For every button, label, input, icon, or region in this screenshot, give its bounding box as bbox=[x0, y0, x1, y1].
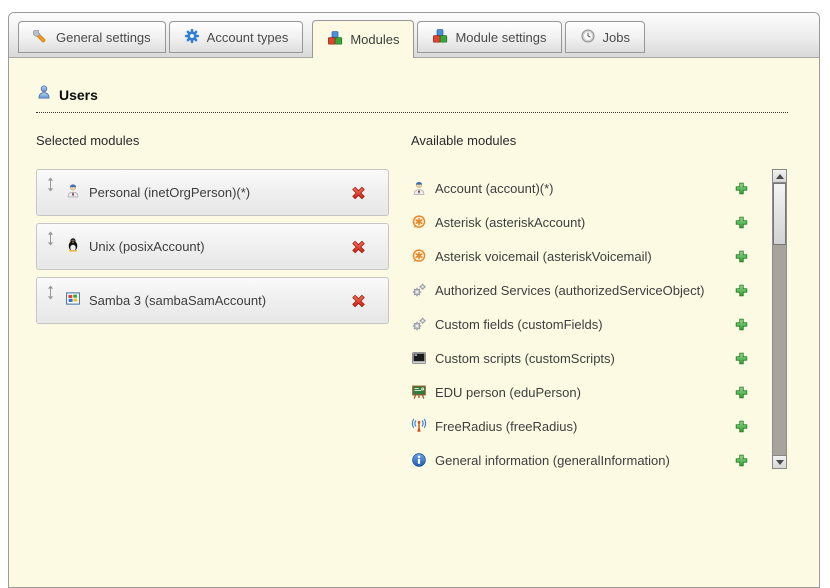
tab-label: Account types bbox=[207, 30, 289, 45]
module-columns: Selected modules Personal (inetOrgPerson… bbox=[36, 133, 819, 477]
available-module-row: Authorized Services (authorizedServiceOb… bbox=[411, 273, 749, 307]
available-modules-title: Available modules bbox=[411, 133, 787, 149]
selected-module-row[interactable]: Unix (posixAccount) bbox=[36, 223, 389, 270]
chalkboard-icon bbox=[411, 384, 427, 400]
tab-bar: General settings Account types Modules M… bbox=[9, 13, 819, 58]
triangle-down-icon bbox=[776, 460, 784, 465]
drag-handle-icon[interactable] bbox=[46, 231, 55, 251]
scrollbar-down-button[interactable] bbox=[772, 455, 787, 469]
selected-modules-list: Personal (inetOrgPerson)(*) Unix (posixA… bbox=[36, 169, 389, 324]
modules-panel: Users Selected modules Personal (inetOrg… bbox=[9, 58, 819, 477]
add-icon[interactable] bbox=[734, 419, 749, 434]
available-module-row: Asterisk voicemail (asteriskVoicemail) bbox=[411, 239, 749, 273]
add-icon[interactable] bbox=[734, 453, 749, 468]
tab-general-settings[interactable]: General settings bbox=[18, 21, 166, 53]
clock-icon bbox=[580, 28, 596, 47]
available-module-row: General information (generalInformation) bbox=[411, 443, 749, 477]
delete-icon[interactable] bbox=[350, 292, 367, 309]
available-module-label: Asterisk voicemail (asteriskVoicemail) bbox=[435, 249, 652, 264]
selected-modules-title: Selected modules bbox=[36, 133, 389, 149]
available-module-label: Account (account)(*) bbox=[435, 181, 554, 196]
available-module-label: EDU person (eduPerson) bbox=[435, 385, 581, 400]
tab-modules[interactable]: Modules bbox=[312, 20, 414, 58]
add-icon[interactable] bbox=[734, 283, 749, 298]
gears-icon bbox=[411, 316, 427, 332]
scrollbar-track[interactable] bbox=[772, 183, 787, 455]
available-module-row: Account (account)(*) bbox=[411, 171, 749, 205]
selected-modules-column: Selected modules Personal (inetOrgPerson… bbox=[36, 133, 389, 477]
modules-icon bbox=[327, 30, 343, 49]
selected-module-label: Personal (inetOrgPerson)(*) bbox=[89, 170, 250, 215]
tab-module-settings[interactable]: Module settings bbox=[417, 21, 561, 53]
available-module-label: Authorized Services (authorizedServiceOb… bbox=[435, 283, 705, 298]
add-icon[interactable] bbox=[734, 215, 749, 230]
tab-label: Jobs bbox=[603, 30, 630, 45]
add-icon[interactable] bbox=[734, 181, 749, 196]
selected-module-label: Unix (posixAccount) bbox=[89, 224, 205, 269]
drag-handle-icon[interactable] bbox=[46, 177, 55, 197]
selected-module-label: Samba 3 (sambaSamAccount) bbox=[89, 278, 266, 323]
available-modules-scrollbar[interactable] bbox=[772, 169, 787, 469]
available-module-label: Asterisk (asteriskAccount) bbox=[435, 215, 585, 230]
available-module-row: FreeRadius (freeRadius) bbox=[411, 409, 749, 443]
tab-jobs[interactable]: Jobs bbox=[565, 21, 645, 53]
tux-icon bbox=[65, 236, 81, 257]
wrench-icon bbox=[33, 28, 49, 47]
selected-module-row[interactable]: Personal (inetOrgPerson)(*) bbox=[36, 169, 389, 216]
page-title: Users bbox=[59, 87, 98, 103]
available-module-label: General information (generalInformation) bbox=[435, 453, 670, 468]
available-module-label: Custom scripts (customScripts) bbox=[435, 351, 615, 366]
tab-label: General settings bbox=[56, 30, 151, 45]
selected-module-row[interactable]: Samba 3 (sambaSamAccount) bbox=[36, 277, 389, 324]
tab-label: Modules bbox=[350, 32, 399, 47]
terminal-icon bbox=[411, 350, 427, 366]
add-icon[interactable] bbox=[734, 317, 749, 332]
samba-icon bbox=[65, 290, 81, 311]
antenna-icon bbox=[411, 418, 427, 434]
available-module-label: FreeRadius (freeRadius) bbox=[435, 419, 577, 434]
add-icon[interactable] bbox=[734, 249, 749, 264]
available-module-label: Custom fields (customFields) bbox=[435, 317, 603, 332]
user-icon bbox=[36, 84, 52, 105]
tab-account-types[interactable]: Account types bbox=[169, 21, 304, 53]
scrollbar-up-button[interactable] bbox=[772, 169, 787, 183]
available-module-row: Custom scripts (customScripts) bbox=[411, 341, 749, 375]
scrollbar-thumb[interactable] bbox=[773, 183, 786, 245]
available-module-row: Custom fields (customFields) bbox=[411, 307, 749, 341]
gears-icon bbox=[411, 282, 427, 298]
available-modules-column: Available modules Account (account)(*) A… bbox=[411, 133, 787, 477]
section-heading-users: Users bbox=[36, 84, 788, 113]
available-modules-list: Account (account)(*) Asterisk (asteriskA… bbox=[411, 171, 787, 477]
asterisk-icon bbox=[411, 214, 427, 230]
triangle-up-icon bbox=[776, 174, 784, 179]
person-icon bbox=[65, 182, 81, 203]
config-tabs-widget: General settings Account types Modules M… bbox=[8, 12, 820, 588]
delete-icon[interactable] bbox=[350, 238, 367, 255]
delete-icon[interactable] bbox=[350, 184, 367, 201]
asterisk-icon bbox=[411, 248, 427, 264]
add-icon[interactable] bbox=[734, 351, 749, 366]
tab-label: Module settings bbox=[455, 30, 546, 45]
available-module-row: Asterisk (asteriskAccount) bbox=[411, 205, 749, 239]
gear-icon bbox=[184, 28, 200, 47]
add-icon[interactable] bbox=[734, 385, 749, 400]
available-module-row: EDU person (eduPerson) bbox=[411, 375, 749, 409]
person-icon bbox=[411, 180, 427, 196]
drag-handle-icon[interactable] bbox=[46, 285, 55, 305]
info-icon bbox=[411, 452, 427, 468]
modules-icon bbox=[432, 28, 448, 47]
